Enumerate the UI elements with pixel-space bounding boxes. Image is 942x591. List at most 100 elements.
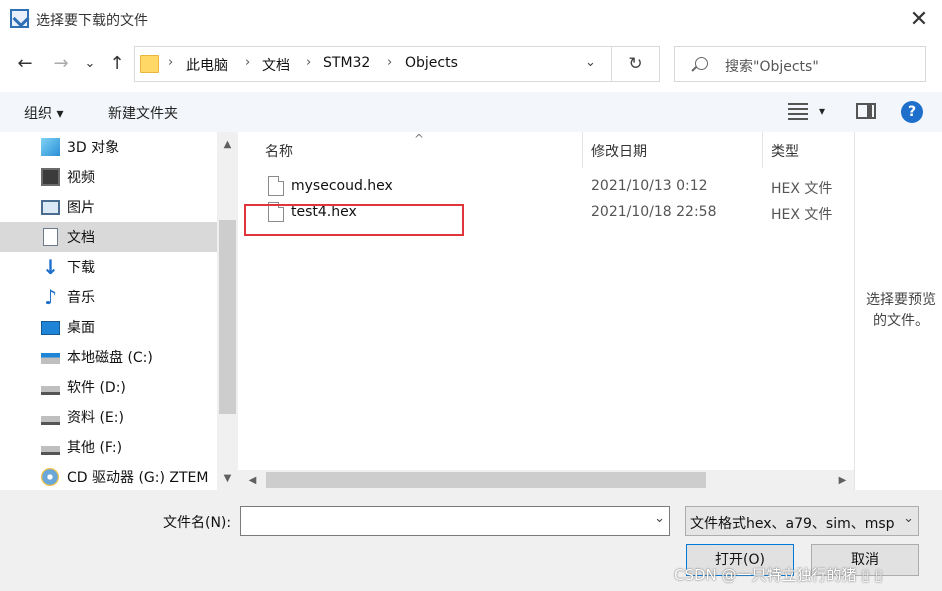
- scroll-right-icon[interactable]: ▶: [834, 472, 851, 489]
- toolbar: 组织 ▾ 新建文件夹 ▾ ?: [0, 92, 942, 132]
- refresh-icon[interactable]: ↻: [612, 46, 660, 82]
- filename-label: 文件名(N):: [163, 515, 232, 531]
- scroll-down-icon[interactable]: ▼: [219, 470, 236, 487]
- column-header-name[interactable]: 名称: [238, 132, 582, 168]
- breadcrumb-this-pc[interactable]: 此电脑: [186, 55, 228, 75]
- breadcrumb-separator: ›: [306, 55, 312, 70]
- scroll-up-icon[interactable]: ▲: [219, 136, 236, 153]
- breadcrumb-documents[interactable]: 文档: [262, 55, 290, 75]
- system-drive-icon: [41, 353, 60, 364]
- sidebar-scrollbar[interactable]: ▲ ▼: [217, 132, 238, 490]
- sidebar-item-label: 音乐: [67, 290, 95, 306]
- preview-message: 选择要预览的文件。: [866, 292, 936, 329]
- file-type-filter[interactable]: 文件格式hex、a79、sim、msp ⌄: [685, 506, 919, 536]
- breadcrumb-stm32[interactable]: STM32: [323, 55, 370, 71]
- horizontal-scroll-thumb[interactable]: [266, 472, 706, 488]
- file-date: 2021/10/18 22:58: [591, 204, 717, 220]
- column-header-type[interactable]: 类型: [763, 132, 853, 168]
- sidebar-item-label: 图片: [67, 200, 95, 216]
- pictures-icon: [41, 200, 60, 215]
- sidebar-item-music[interactable]: ♪ 音乐: [0, 282, 217, 312]
- breadcrumb-separator: ›: [245, 55, 251, 70]
- filename-combobox[interactable]: ⌄: [240, 506, 670, 536]
- file-row[interactable]: mysecoud.hex 2021/10/13 0:12 HEX 文件: [238, 174, 854, 200]
- navigation-pane: 3D 对象 视频 图片 文档 ↓ 下载 ♪ 音乐 桌面 本地磁盘 (C:) 软件…: [0, 132, 238, 490]
- drive-icon: [41, 386, 60, 395]
- breadcrumb-separator: ›: [168, 55, 174, 70]
- sidebar-item-label: 软件 (D:): [67, 380, 126, 396]
- sidebar-item-label: 本地磁盘 (C:): [67, 350, 153, 366]
- sidebar-item-drive-d[interactable]: 软件 (D:): [0, 372, 217, 402]
- scroll-left-icon[interactable]: ◀: [244, 472, 261, 489]
- sidebar-item-label: 视频: [67, 170, 95, 186]
- downloads-icon: ↓: [42, 255, 59, 279]
- search-placeholder: 搜索"Objects": [725, 59, 819, 75]
- file-type-filter-value: 文件格式hex、a79、sim、msp: [690, 516, 895, 532]
- back-arrow-icon[interactable]: ←: [14, 52, 36, 76]
- app-icon: [10, 9, 29, 28]
- up-arrow-icon[interactable]: ↑: [106, 52, 128, 76]
- new-folder-button[interactable]: 新建文件夹: [108, 103, 178, 123]
- sidebar-item-label: CD 驱动器 (G:) ZTEM: [67, 470, 209, 486]
- file-list: ^ 名称 修改日期 类型 mysecoud.hex 2021/10/13 0:1…: [238, 132, 854, 490]
- sidebar-item-label: 3D 对象: [67, 140, 120, 156]
- navigation-bar: ← → ⌄ ↑ › 此电脑 › 文档 › STM32 › Objects ⌄ ↻…: [0, 44, 942, 84]
- filter-dropdown-icon[interactable]: ⌄: [903, 511, 914, 526]
- column-header-date[interactable]: 修改日期: [583, 132, 763, 168]
- filename-dropdown-icon[interactable]: ⌄: [654, 511, 665, 526]
- sidebar-item-label: 文档: [67, 230, 95, 246]
- column-header-label: 修改日期: [591, 144, 647, 160]
- sidebar-item-videos[interactable]: 视频: [0, 162, 217, 192]
- folder-icon: [140, 55, 159, 73]
- sidebar-item-desktop[interactable]: 桌面: [0, 312, 217, 342]
- file-type: HEX 文件: [771, 181, 833, 197]
- horizontal-scrollbar[interactable]: ◀ ▶: [238, 470, 854, 490]
- address-bar[interactable]: › 此电脑 › 文档 › STM32 › Objects ⌄: [134, 46, 612, 82]
- sidebar-item-drive-f[interactable]: 其他 (F:): [0, 432, 217, 462]
- breadcrumb-objects[interactable]: Objects: [405, 55, 458, 71]
- view-options-icon[interactable]: [788, 102, 810, 120]
- drive-icon: [41, 416, 60, 425]
- 3d-objects-icon: [41, 138, 60, 156]
- drive-icon: [41, 446, 60, 455]
- column-header-label: 名称: [265, 144, 293, 160]
- sidebar-item-pictures[interactable]: 图片: [0, 192, 217, 222]
- sidebar-item-label: 其他 (F:): [67, 440, 123, 456]
- desktop-icon: [41, 321, 60, 335]
- sidebar-item-label: 桌面: [67, 320, 95, 336]
- dialog-footer: 文件名(N): ⌄ 文件格式hex、a79、sim、msp ⌄ 打开(O) 取消…: [0, 490, 942, 591]
- music-icon: ♪: [44, 285, 57, 309]
- video-icon: [41, 168, 60, 186]
- file-type: HEX 文件: [771, 207, 833, 223]
- file-name: mysecoud.hex: [291, 178, 393, 194]
- forward-arrow-icon[interactable]: →: [50, 52, 72, 76]
- address-dropdown-icon[interactable]: ⌄: [585, 55, 596, 70]
- window-title: 选择要下载的文件: [36, 13, 148, 29]
- highlight-annotation-box: [244, 204, 464, 236]
- filename-input[interactable]: [241, 507, 641, 535]
- recent-locations-chevron-icon[interactable]: ⌄: [82, 52, 98, 76]
- sidebar-scroll-thumb[interactable]: [219, 220, 236, 414]
- help-icon[interactable]: ?: [901, 101, 923, 123]
- search-box[interactable]: 搜索"Objects": [674, 46, 926, 82]
- view-dropdown-icon[interactable]: ▾: [819, 104, 825, 118]
- preview-pane: 选择要预览的文件。: [854, 132, 942, 490]
- close-button[interactable]: ✕: [904, 6, 934, 34]
- breadcrumb-separator: ›: [387, 55, 393, 70]
- organize-menu[interactable]: 组织 ▾: [24, 103, 63, 123]
- title-bar: 选择要下载的文件 ✕: [0, 0, 942, 40]
- search-icon: [695, 57, 708, 70]
- sidebar-item-label: 下载: [67, 260, 95, 276]
- column-header-label: 类型: [771, 144, 799, 160]
- sidebar-item-drive-e[interactable]: 资料 (E:): [0, 402, 217, 432]
- sidebar-item-cd-drive[interactable]: CD 驱动器 (G:) ZTEM: [0, 462, 217, 492]
- preview-pane-icon[interactable]: [856, 103, 876, 119]
- sidebar-item-downloads[interactable]: ↓ 下载: [0, 252, 217, 282]
- documents-icon: [43, 228, 58, 246]
- watermark: CSDN @一只特立独行的猪 ▯ ▯: [674, 566, 883, 584]
- file-date: 2021/10/13 0:12: [591, 178, 708, 194]
- sidebar-item-drive-c[interactable]: 本地磁盘 (C:): [0, 342, 217, 372]
- cd-drive-icon: [41, 468, 59, 486]
- sidebar-item-3d-objects[interactable]: 3D 对象: [0, 132, 217, 162]
- sidebar-item-documents[interactable]: 文档: [0, 222, 217, 252]
